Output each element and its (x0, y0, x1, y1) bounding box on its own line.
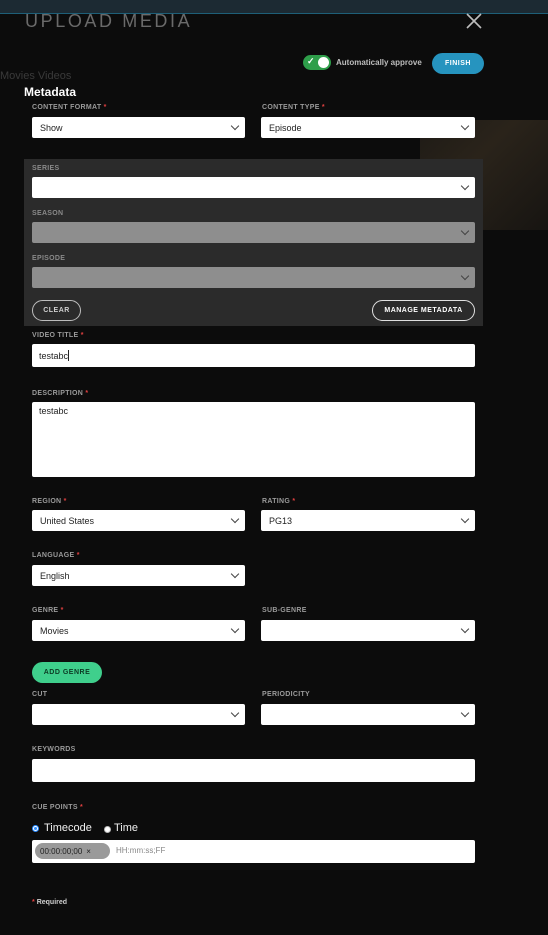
genre-select[interactable]: Movies (32, 620, 245, 641)
chevron-down-icon (230, 121, 240, 131)
sub-genre-select[interactable] (261, 620, 475, 641)
rating-value: PG13 (269, 515, 293, 526)
series-label: SERIES (32, 165, 60, 172)
description-label: DESCRIPTION * (32, 390, 89, 397)
sub-genre-label: SUB-GENRE (262, 607, 307, 614)
periodicity-select[interactable] (261, 704, 475, 725)
season-select[interactable] (32, 222, 475, 243)
region-select[interactable]: United States (32, 510, 245, 531)
cut-select[interactable] (32, 704, 245, 725)
toggle-knob (318, 57, 329, 68)
season-label: SEASON (32, 210, 64, 217)
time-radio[interactable] (104, 826, 111, 833)
cut-label: CUT (32, 691, 48, 698)
video-title-input[interactable]: testabc (32, 344, 475, 367)
rating-select[interactable]: PG13 (261, 510, 475, 531)
cue-point-chip-value: 00:00:00;00 (40, 846, 83, 856)
timecode-option-label: Timecode (44, 822, 92, 834)
genre-value: Movies (40, 625, 69, 636)
description-textarea[interactable]: testabc (32, 402, 475, 477)
check-icon: ✓ (307, 56, 315, 66)
time-option-label: Time (114, 822, 139, 834)
chevron-down-icon (230, 569, 240, 579)
section-title: Metadata (24, 85, 77, 99)
episode-select[interactable] (32, 267, 475, 288)
chevron-down-icon (460, 226, 470, 236)
auto-approve-label: Automatically approve (336, 58, 422, 67)
close-icon[interactable] (464, 11, 484, 31)
content-type-label: CONTENT TYPE * (262, 104, 325, 111)
genre-label: GENRE * (32, 607, 64, 614)
finish-button[interactable]: FINISH (432, 53, 484, 74)
video-title-value: testabc (39, 350, 69, 361)
region-value: United States (40, 515, 95, 526)
manage-metadata-button[interactable]: MANAGE METADATA (372, 300, 475, 321)
auto-approve-toggle[interactable]: ✓ (303, 55, 331, 70)
chip-remove-icon[interactable]: × (86, 847, 91, 856)
language-select[interactable]: English (32, 565, 245, 586)
rating-label: RATING * (262, 498, 296, 505)
chevron-down-icon (460, 624, 470, 634)
cue-points-label: CUE POINTS * (32, 804, 84, 811)
content-format-select[interactable]: Show (32, 117, 245, 138)
keywords-input[interactable] (32, 759, 475, 782)
chevron-down-icon (460, 121, 470, 131)
language-label: LANGUAGE * (32, 552, 80, 559)
keywords-label: KEYWORDS (32, 746, 76, 753)
cue-points-placeholder: HH:mm:ss;FF (116, 846, 166, 855)
chevron-down-icon (460, 514, 470, 524)
cue-point-chip: 00:00:00;00 × (35, 843, 110, 859)
modal-title: UPLOAD MEDIA (25, 11, 193, 31)
chevron-down-icon (230, 514, 240, 524)
add-genre-button[interactable]: ADD GENRE (32, 662, 102, 683)
region-label: REGION * (32, 498, 67, 505)
timecode-radio[interactable] (32, 825, 39, 832)
chevron-down-icon (460, 708, 470, 718)
chevron-down-icon (460, 271, 470, 281)
series-select[interactable] (32, 177, 475, 198)
text-cursor (68, 350, 70, 361)
episode-label: EPISODE (32, 255, 66, 262)
content-type-value: Episode (269, 122, 302, 133)
video-title-label: VIDEO TITLE * (32, 332, 84, 339)
chevron-down-icon (230, 708, 240, 718)
chevron-down-icon (460, 181, 470, 191)
content-format-value: Show (40, 122, 63, 133)
content-type-select[interactable]: Episode (261, 117, 475, 138)
chevron-down-icon (230, 624, 240, 634)
background-heading: Movies Videos (0, 70, 72, 82)
required-note: * Required (32, 899, 68, 906)
language-value: English (40, 570, 70, 581)
clear-button[interactable]: CLEAR (32, 300, 81, 321)
periodicity-label: PERIODICITY (262, 691, 311, 698)
content-format-label: CONTENT FORMAT * (32, 104, 107, 111)
